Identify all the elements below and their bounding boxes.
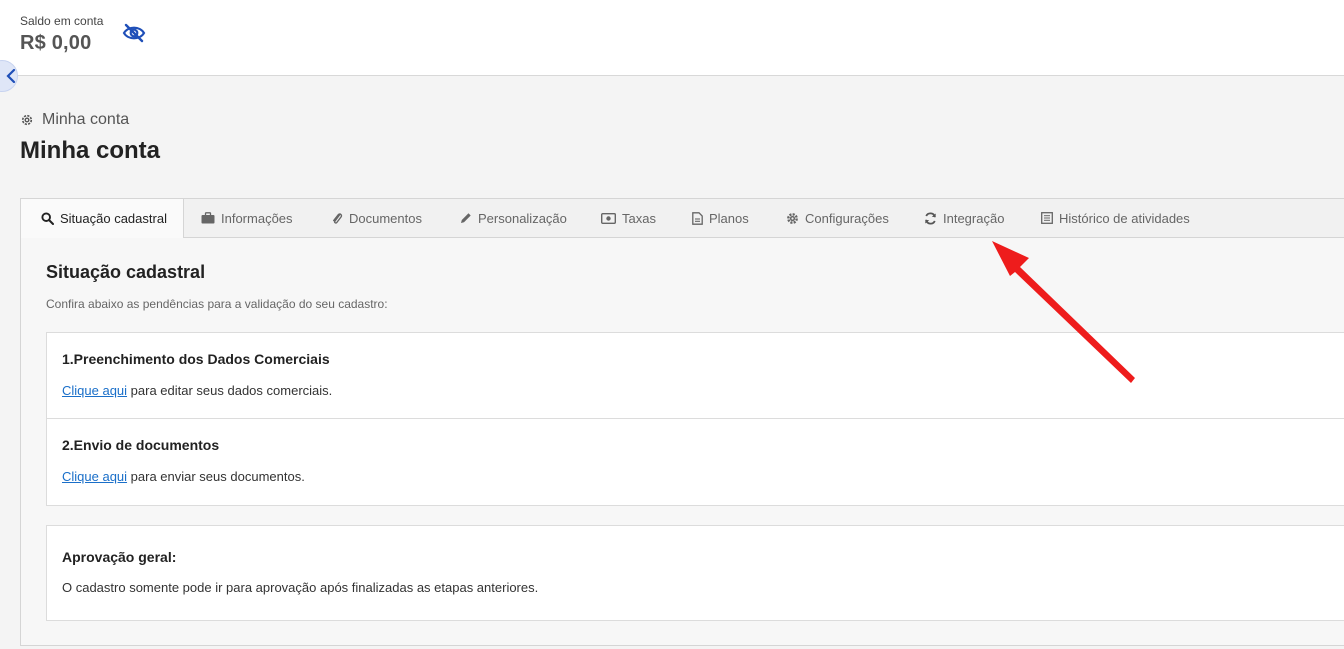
tab-informacoes[interactable]: Informações: [201, 199, 293, 237]
refresh-icon: [925, 211, 936, 225]
tab-label: Personalização: [478, 210, 567, 226]
tab-planos[interactable]: Planos: [692, 199, 749, 237]
pencil-icon: [461, 213, 471, 223]
tab-bar: Situação cadastral Informações Documento…: [21, 199, 1344, 238]
breadcrumb: Minha conta: [20, 111, 129, 129]
section-description: Confira abaixo as pendências para a vali…: [46, 297, 388, 311]
tab-integracao[interactable]: Integração: [924, 199, 1004, 237]
step-text-suffix: para enviar seus documentos.: [127, 469, 305, 484]
step-title: 2.Envio de documentos: [62, 437, 220, 453]
tab-configuracoes[interactable]: Configurações: [786, 199, 889, 237]
tab-label: Documentos: [349, 210, 422, 226]
account-panel: Situação cadastral Informações Documento…: [20, 198, 1344, 646]
tab-documentos[interactable]: Documentos: [331, 199, 422, 237]
cog-icon: [787, 212, 798, 224]
step-text: Clique aqui para enviar seus documentos.: [62, 469, 305, 484]
approval-title: Aprovação geral:: [62, 549, 177, 565]
balance-label: Saldo em conta: [20, 14, 104, 28]
approval-text: O cadastro somente pode ir para aprovaçã…: [62, 580, 539, 595]
tab-label: Taxas: [622, 210, 656, 226]
tab-personalizacao[interactable]: Personalização: [460, 199, 567, 237]
general-approval-box: Aprovação geral: O cadastro somente pode…: [46, 525, 1344, 621]
list-item: 1.Preenchimento dos Dados Comerciais Cli…: [47, 333, 1344, 419]
list-item: 2.Envio de documentos Clique aqui para e…: [47, 418, 1344, 505]
tab-label: Integração: [943, 210, 1005, 226]
gear-icon: [21, 114, 33, 126]
tab-label: Planos: [709, 210, 749, 226]
document-icon: [692, 211, 703, 225]
paperclip-icon: [333, 212, 343, 224]
tab-label: Histórico de atividades: [1059, 210, 1190, 226]
tab-taxas[interactable]: Taxas: [601, 199, 656, 237]
top-bar: Saldo em conta R$ 0,00: [0, 0, 1344, 76]
list-icon: [1041, 212, 1053, 224]
briefcase-icon: [201, 212, 215, 224]
tab-label: Configurações: [805, 210, 889, 226]
send-documents-link[interactable]: Clique aqui: [62, 469, 127, 484]
breadcrumb-label: Minha conta: [42, 111, 130, 128]
tab-label: Situação cadastral: [60, 211, 167, 226]
tab-situacao-cadastral[interactable]: Situação cadastral: [21, 199, 184, 238]
eye-off-icon[interactable]: [122, 22, 146, 44]
section-title: Situação cadastral: [46, 262, 206, 282]
tab-label: Informações: [221, 210, 293, 226]
money-icon: [601, 212, 616, 224]
edit-commercial-data-link[interactable]: Clique aqui: [62, 383, 127, 398]
step-text-suffix: para editar seus dados comerciais.: [127, 383, 333, 398]
search-icon: [41, 212, 54, 225]
chevron-left-icon: [6, 69, 16, 83]
pending-steps-list: 1.Preenchimento dos Dados Comerciais Cli…: [46, 332, 1344, 506]
step-title: 1.Preenchimento dos Dados Comerciais: [62, 351, 330, 367]
tab-historico-de-atividades[interactable]: Histórico de atividades: [1041, 199, 1190, 237]
page-title: Minha conta: [20, 137, 161, 164]
step-text: Clique aqui para editar seus dados comer…: [62, 383, 332, 398]
balance-value: R$ 0,00: [20, 32, 92, 54]
